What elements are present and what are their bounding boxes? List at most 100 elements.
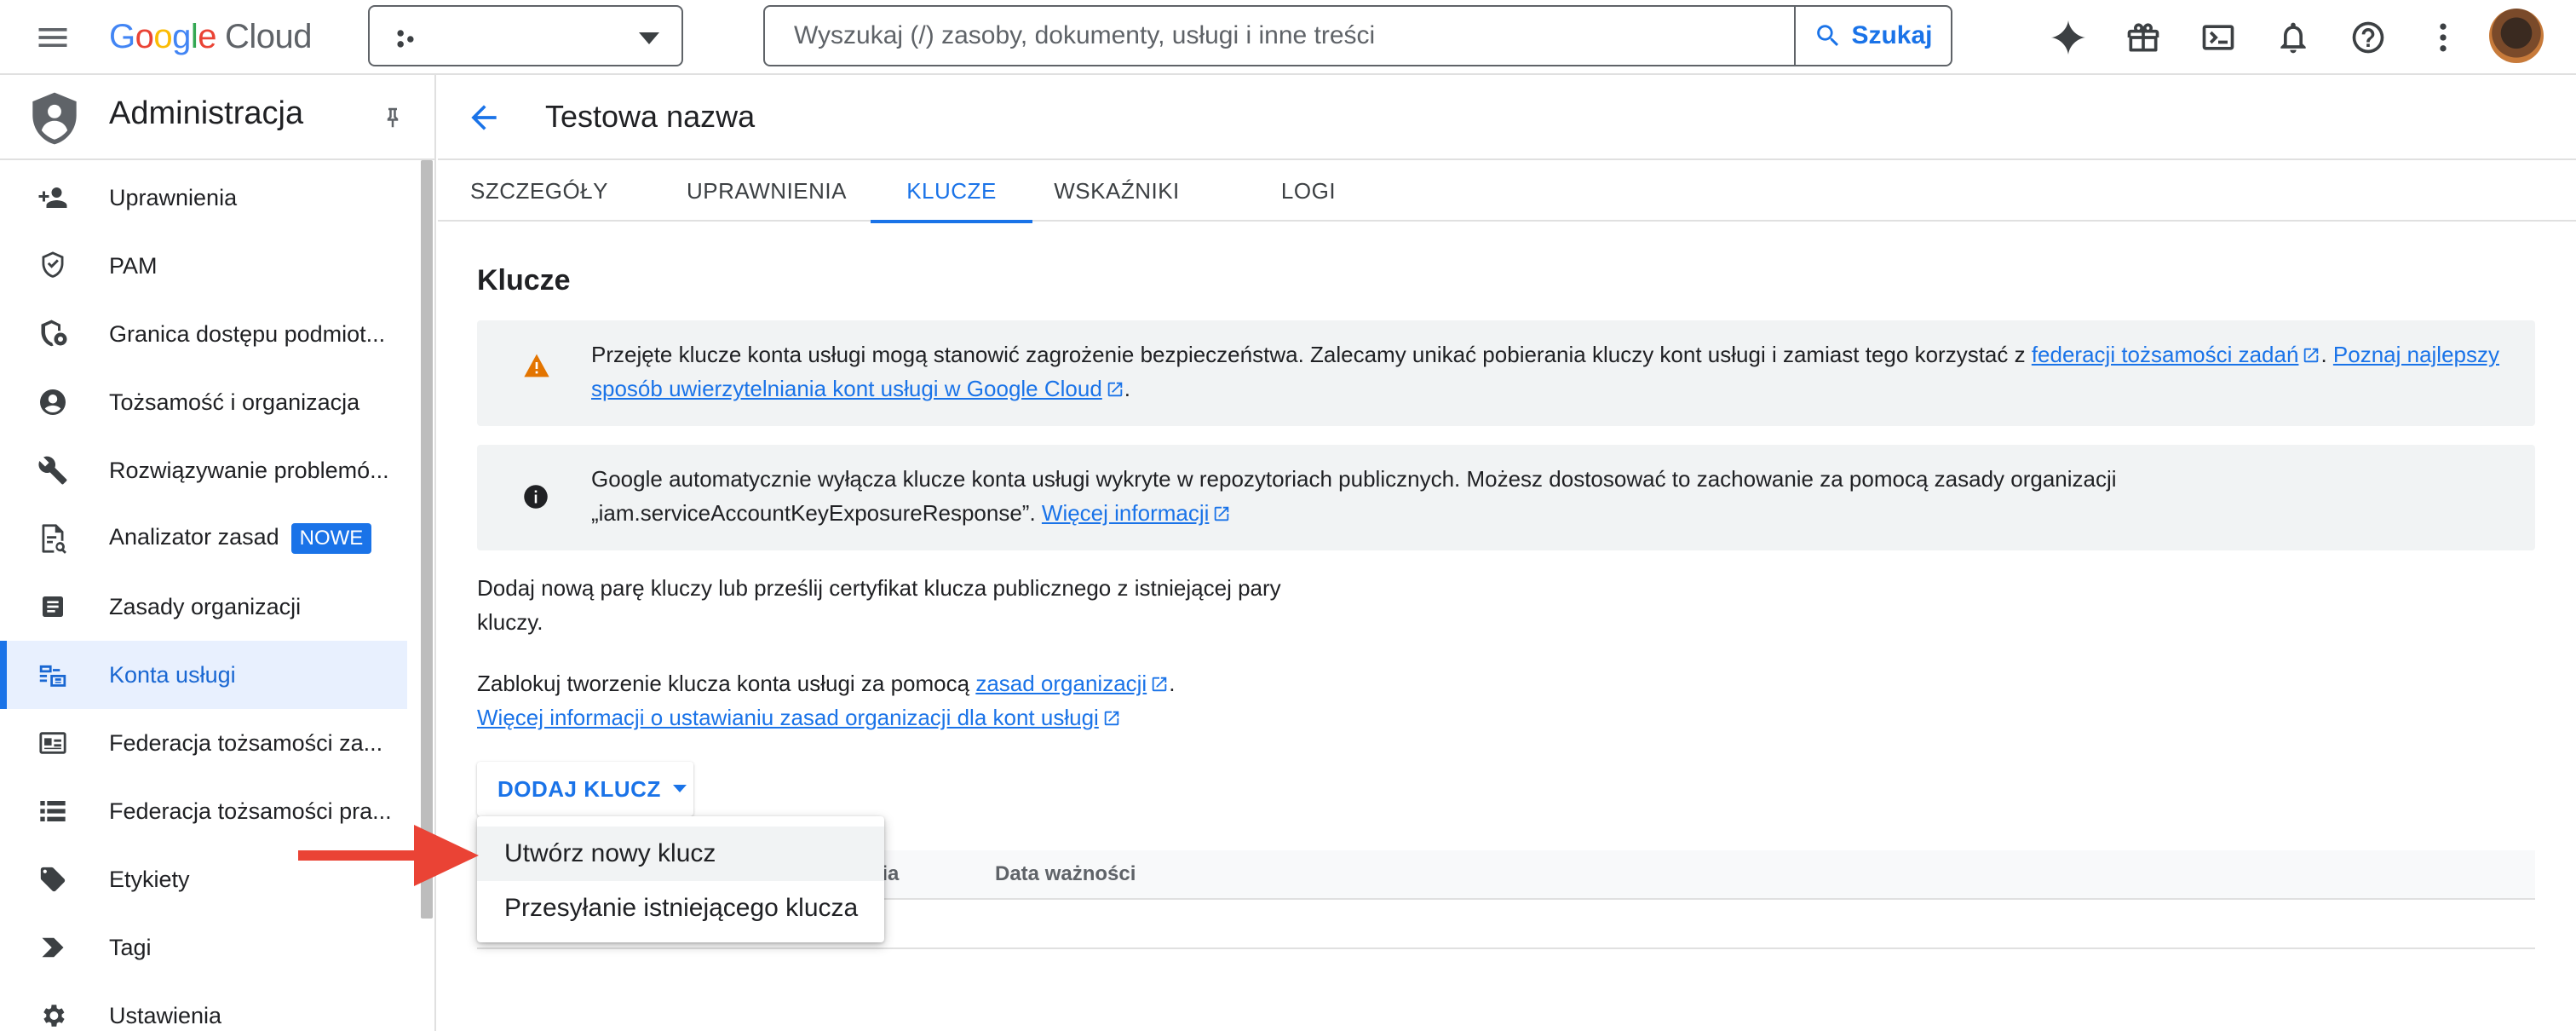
- info-banner: Google automatycznie wyłącza klucze kont…: [477, 445, 2535, 550]
- sidebar-item-label: Tagi: [109, 934, 152, 960]
- list-icon: [37, 796, 68, 827]
- external-link-icon: [1215, 506, 1229, 521]
- more-vert-icon[interactable]: [2419, 14, 2467, 61]
- sidebar-item-uprawnienia[interactable]: Uprawnienia: [0, 164, 407, 232]
- tab-szczegoly[interactable]: SZCZEGÓŁY: [470, 160, 607, 222]
- tab-bar: SZCZEGÓŁY UPRAWNIENIA KLUCZE WSKAŹNIKI L…: [438, 160, 2576, 223]
- service-account-icon: [37, 659, 68, 690]
- sidebar-item-tagi[interactable]: Tagi: [0, 913, 407, 982]
- upload-existing-key-item[interactable]: Przesyłanie istniejącego klucza: [477, 881, 884, 936]
- column-expiry: Data ważności: [995, 862, 1136, 885]
- sidebar-item-label: PAM: [109, 252, 158, 279]
- tag-icon: [37, 864, 68, 895]
- settings-icon: [37, 1000, 68, 1031]
- info-text: Google automatycznie wyłącza klucze kont…: [591, 462, 2516, 530]
- gift-icon[interactable]: [2119, 14, 2167, 61]
- id-card-icon: [37, 728, 68, 758]
- terminal-icon[interactable]: [2194, 14, 2242, 61]
- account-circle-icon: [37, 387, 68, 418]
- sidebar-item-rozwiazywanie[interactable]: Rozwiązywanie problemó...: [0, 436, 407, 504]
- logo-word: Google: [109, 17, 217, 55]
- wrench-icon: [37, 455, 68, 486]
- section-title: Klucze: [477, 264, 571, 297]
- org-policy-link[interactable]: zasad organizacji: [975, 671, 1147, 696]
- sidebar-title: Administracja: [109, 95, 304, 131]
- sidebar-item-label: Rozwiązywanie problemó...: [109, 457, 389, 483]
- tab-logi[interactable]: LOGI: [1266, 160, 1351, 222]
- sidebar-item-pam[interactable]: PAM: [0, 232, 407, 300]
- label-arrow-icon: [37, 932, 68, 963]
- sidebar-item-ustawienia[interactable]: Ustawienia: [0, 982, 407, 1031]
- warning-banner: Przejęte klucze konta usługi mogą stanow…: [477, 320, 2535, 426]
- block-text-end: .: [1169, 671, 1176, 696]
- sidebar-item-label: Federacja tożsamości pra...: [109, 798, 392, 824]
- sidebar-item-label: Zasady organizacji: [109, 593, 302, 619]
- sidebar-scrollbar[interactable]: [421, 160, 433, 919]
- warning-text-part: Przejęte klucze konta usługi mogą stanow…: [591, 342, 2032, 367]
- sidebar-item-tozsamosc[interactable]: Tożsamość i organizacja: [0, 368, 407, 436]
- external-link-icon: [1152, 677, 1167, 692]
- add-key-label: DODAJ KLUCZ: [497, 775, 661, 802]
- sidebar-item-label: Tożsamość i organizacja: [109, 389, 360, 415]
- sidebar-item-label: Granica dostępu podmiot...: [109, 320, 386, 347]
- block-text-part: Zablokuj tworzenie klucza konta usługi z…: [477, 671, 976, 696]
- org-policy-more-link[interactable]: Więcej informacji o ustawianiu zasad org…: [477, 705, 1099, 730]
- sidebar-item-label: Analizator zasad NOWE: [109, 523, 372, 554]
- tab-klucze[interactable]: KLUCZE: [871, 160, 1032, 223]
- create-new-key-item[interactable]: Utwórz nowy klucz: [477, 827, 884, 881]
- workload-federation-link[interactable]: federacji tożsamości zadań: [2032, 342, 2299, 367]
- sidebar-item-konta-uslugi[interactable]: Konta usługi: [0, 641, 407, 709]
- search-button-label: Szukaj: [1851, 21, 1933, 49]
- page-title: Testowa nazwa: [545, 99, 756, 134]
- pin-icon[interactable]: [380, 104, 405, 131]
- sidebar-item-label: Federacja tożsamości za...: [109, 729, 383, 756]
- top-bar: Google Cloud Szukaj: [0, 0, 2576, 75]
- sidebar-item-text: Analizator zasad: [109, 524, 279, 550]
- best-practice-link[interactable]: Poznaj najlepszy: [2333, 342, 2499, 367]
- annotation-arrow: [298, 821, 479, 890]
- table-divider: [477, 947, 2535, 949]
- info-line1: Google automatycznie wyłącza klucze kont…: [591, 466, 2117, 492]
- warning-text-part: .: [2320, 342, 2333, 367]
- sidebar-item-federacja-zadan[interactable]: Federacja tożsamości za...: [0, 709, 407, 777]
- tab-uprawnienia[interactable]: UPRAWNIENIA: [681, 160, 852, 222]
- add-pair-line1: Dodaj nową parę kluczy lub prześlij cert…: [477, 575, 1281, 601]
- avatar[interactable]: [2489, 9, 2544, 63]
- external-link-icon: [2304, 348, 2319, 363]
- info-icon: [523, 484, 549, 510]
- block-text: Zablokuj tworzenie klucza konta usługi z…: [477, 666, 1175, 734]
- sidebar-item-label: Etykiety: [109, 866, 190, 892]
- help-icon[interactable]: [2344, 14, 2392, 61]
- sidebar-item-granica-dostepu[interactable]: Granica dostępu podmiot...: [0, 300, 407, 368]
- logo-cloud: Cloud: [225, 17, 313, 55]
- best-practice-link-cont[interactable]: sposób uwierzytelniania kont usługi w Go…: [591, 376, 1102, 401]
- person-add-icon: [37, 182, 68, 213]
- shield-gear-icon: [37, 319, 68, 349]
- search-button[interactable]: Szukaj: [1794, 7, 1951, 65]
- article-icon: [37, 591, 68, 622]
- project-icon: [394, 27, 417, 51]
- info-line2: „iam.serviceAccountKeyExposureResponse”.: [591, 500, 1042, 526]
- sidebar-item-zasady-organizacji[interactable]: Zasady organizacji: [0, 573, 407, 641]
- page-header: Testowa nazwa: [438, 75, 2576, 160]
- project-picker[interactable]: [368, 5, 683, 66]
- add-pair-text: Dodaj nową parę kluczy lub prześlij cert…: [477, 571, 1281, 639]
- sidebar-item-analizator-zasad[interactable]: Analizator zasad NOWE: [0, 504, 407, 573]
- new-badge: NOWE: [290, 523, 372, 554]
- chevron-down-icon: [639, 32, 659, 46]
- gemini-spark-icon[interactable]: [2044, 14, 2092, 61]
- tab-wskazniki[interactable]: WSKAŹNIKI: [1054, 160, 1179, 222]
- admin-shield-icon: [31, 92, 78, 145]
- sidebar-item-label: Konta usługi: [109, 661, 236, 688]
- bell-icon[interactable]: [2269, 14, 2317, 61]
- external-link-icon: [1104, 711, 1119, 726]
- add-pair-line2: kluczy.: [477, 609, 543, 635]
- search-bar: Szukaj: [763, 5, 1952, 66]
- menu-icon[interactable]: [34, 19, 72, 56]
- back-arrow-icon[interactable]: [465, 99, 503, 136]
- google-cloud-logo[interactable]: Google Cloud: [109, 15, 313, 58]
- caret-down-icon: [672, 785, 687, 792]
- add-key-button[interactable]: DODAJ KLUCZ: [477, 762, 693, 816]
- search-input[interactable]: [794, 7, 1816, 65]
- more-info-link[interactable]: Więcej informacji: [1042, 500, 1210, 526]
